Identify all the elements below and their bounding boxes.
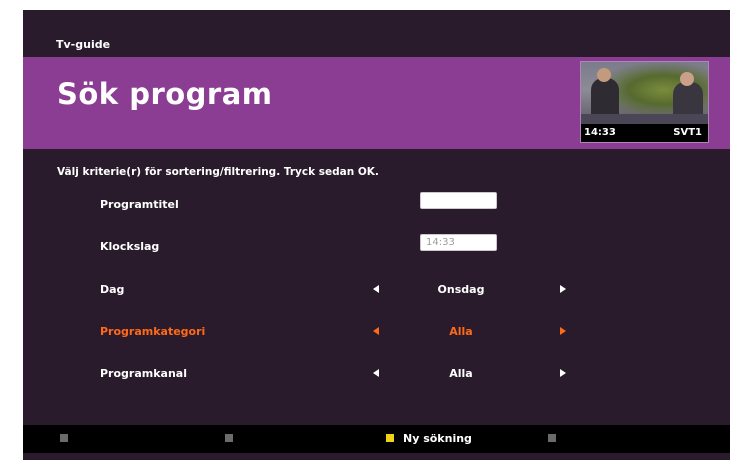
dag-label: Dag xyxy=(100,283,125,296)
tv-screen: Tv-guide Sök program 14:33 SVT1 Välj kri… xyxy=(23,10,730,460)
preview-time: 14:33 xyxy=(584,127,616,138)
page-title: Sök program xyxy=(57,77,273,111)
preview-info-bar: 14:33 SVT1 xyxy=(581,124,708,142)
dag-value: Onsdag xyxy=(437,283,485,296)
new-search-label: Ny sökning xyxy=(403,432,472,445)
yellow-key-button[interactable] xyxy=(386,434,394,442)
programkanal-value: Alla xyxy=(449,367,473,380)
criteria-row-programkategori[interactable]: Programkategori Alla xyxy=(23,317,730,347)
criteria-row-programkanal[interactable]: Programkanal Alla xyxy=(23,359,730,389)
dag-right-arrow-icon[interactable] xyxy=(560,285,566,293)
title-band: Sök program 14:33 SVT1 xyxy=(23,57,730,149)
grey-key-button-1[interactable] xyxy=(60,434,68,442)
breadcrumb: Tv-guide xyxy=(56,38,111,51)
grey-key-button-3[interactable] xyxy=(548,434,556,442)
grey-key-button-2[interactable] xyxy=(225,434,233,442)
programkategori-left-arrow-icon[interactable] xyxy=(373,327,379,335)
criteria-row-dag[interactable]: Dag Onsdag xyxy=(23,275,730,305)
programkanal-left-arrow-icon[interactable] xyxy=(373,369,379,377)
programkategori-right-arrow-icon[interactable] xyxy=(560,327,566,335)
instructions-text: Välj kriterie(r) för sortering/filtrerin… xyxy=(57,166,379,178)
klockslag-input[interactable] xyxy=(420,234,497,251)
dag-left-arrow-icon[interactable] xyxy=(373,285,379,293)
programkanal-right-arrow-icon[interactable] xyxy=(560,369,566,377)
live-preview-window[interactable]: 14:33 SVT1 xyxy=(581,62,708,142)
programtitel-label: Programtitel xyxy=(100,198,179,211)
criteria-row-klockslag[interactable]: Klockslag xyxy=(23,232,730,262)
preview-presenter-left-head xyxy=(597,68,611,82)
programkategori-value: Alla xyxy=(449,325,473,338)
preview-channel: SVT1 xyxy=(673,127,702,138)
programtitel-input[interactable] xyxy=(420,192,497,209)
footer-button-bar: Ny sökning xyxy=(23,425,730,453)
klockslag-label: Klockslag xyxy=(100,240,160,253)
criteria-row-programtitel[interactable]: Programtitel xyxy=(23,190,730,220)
preview-presenter-right-head xyxy=(680,72,694,86)
programkategori-label: Programkategori xyxy=(100,325,206,338)
programkanal-label: Programkanal xyxy=(100,367,187,380)
preview-desk xyxy=(581,114,708,124)
